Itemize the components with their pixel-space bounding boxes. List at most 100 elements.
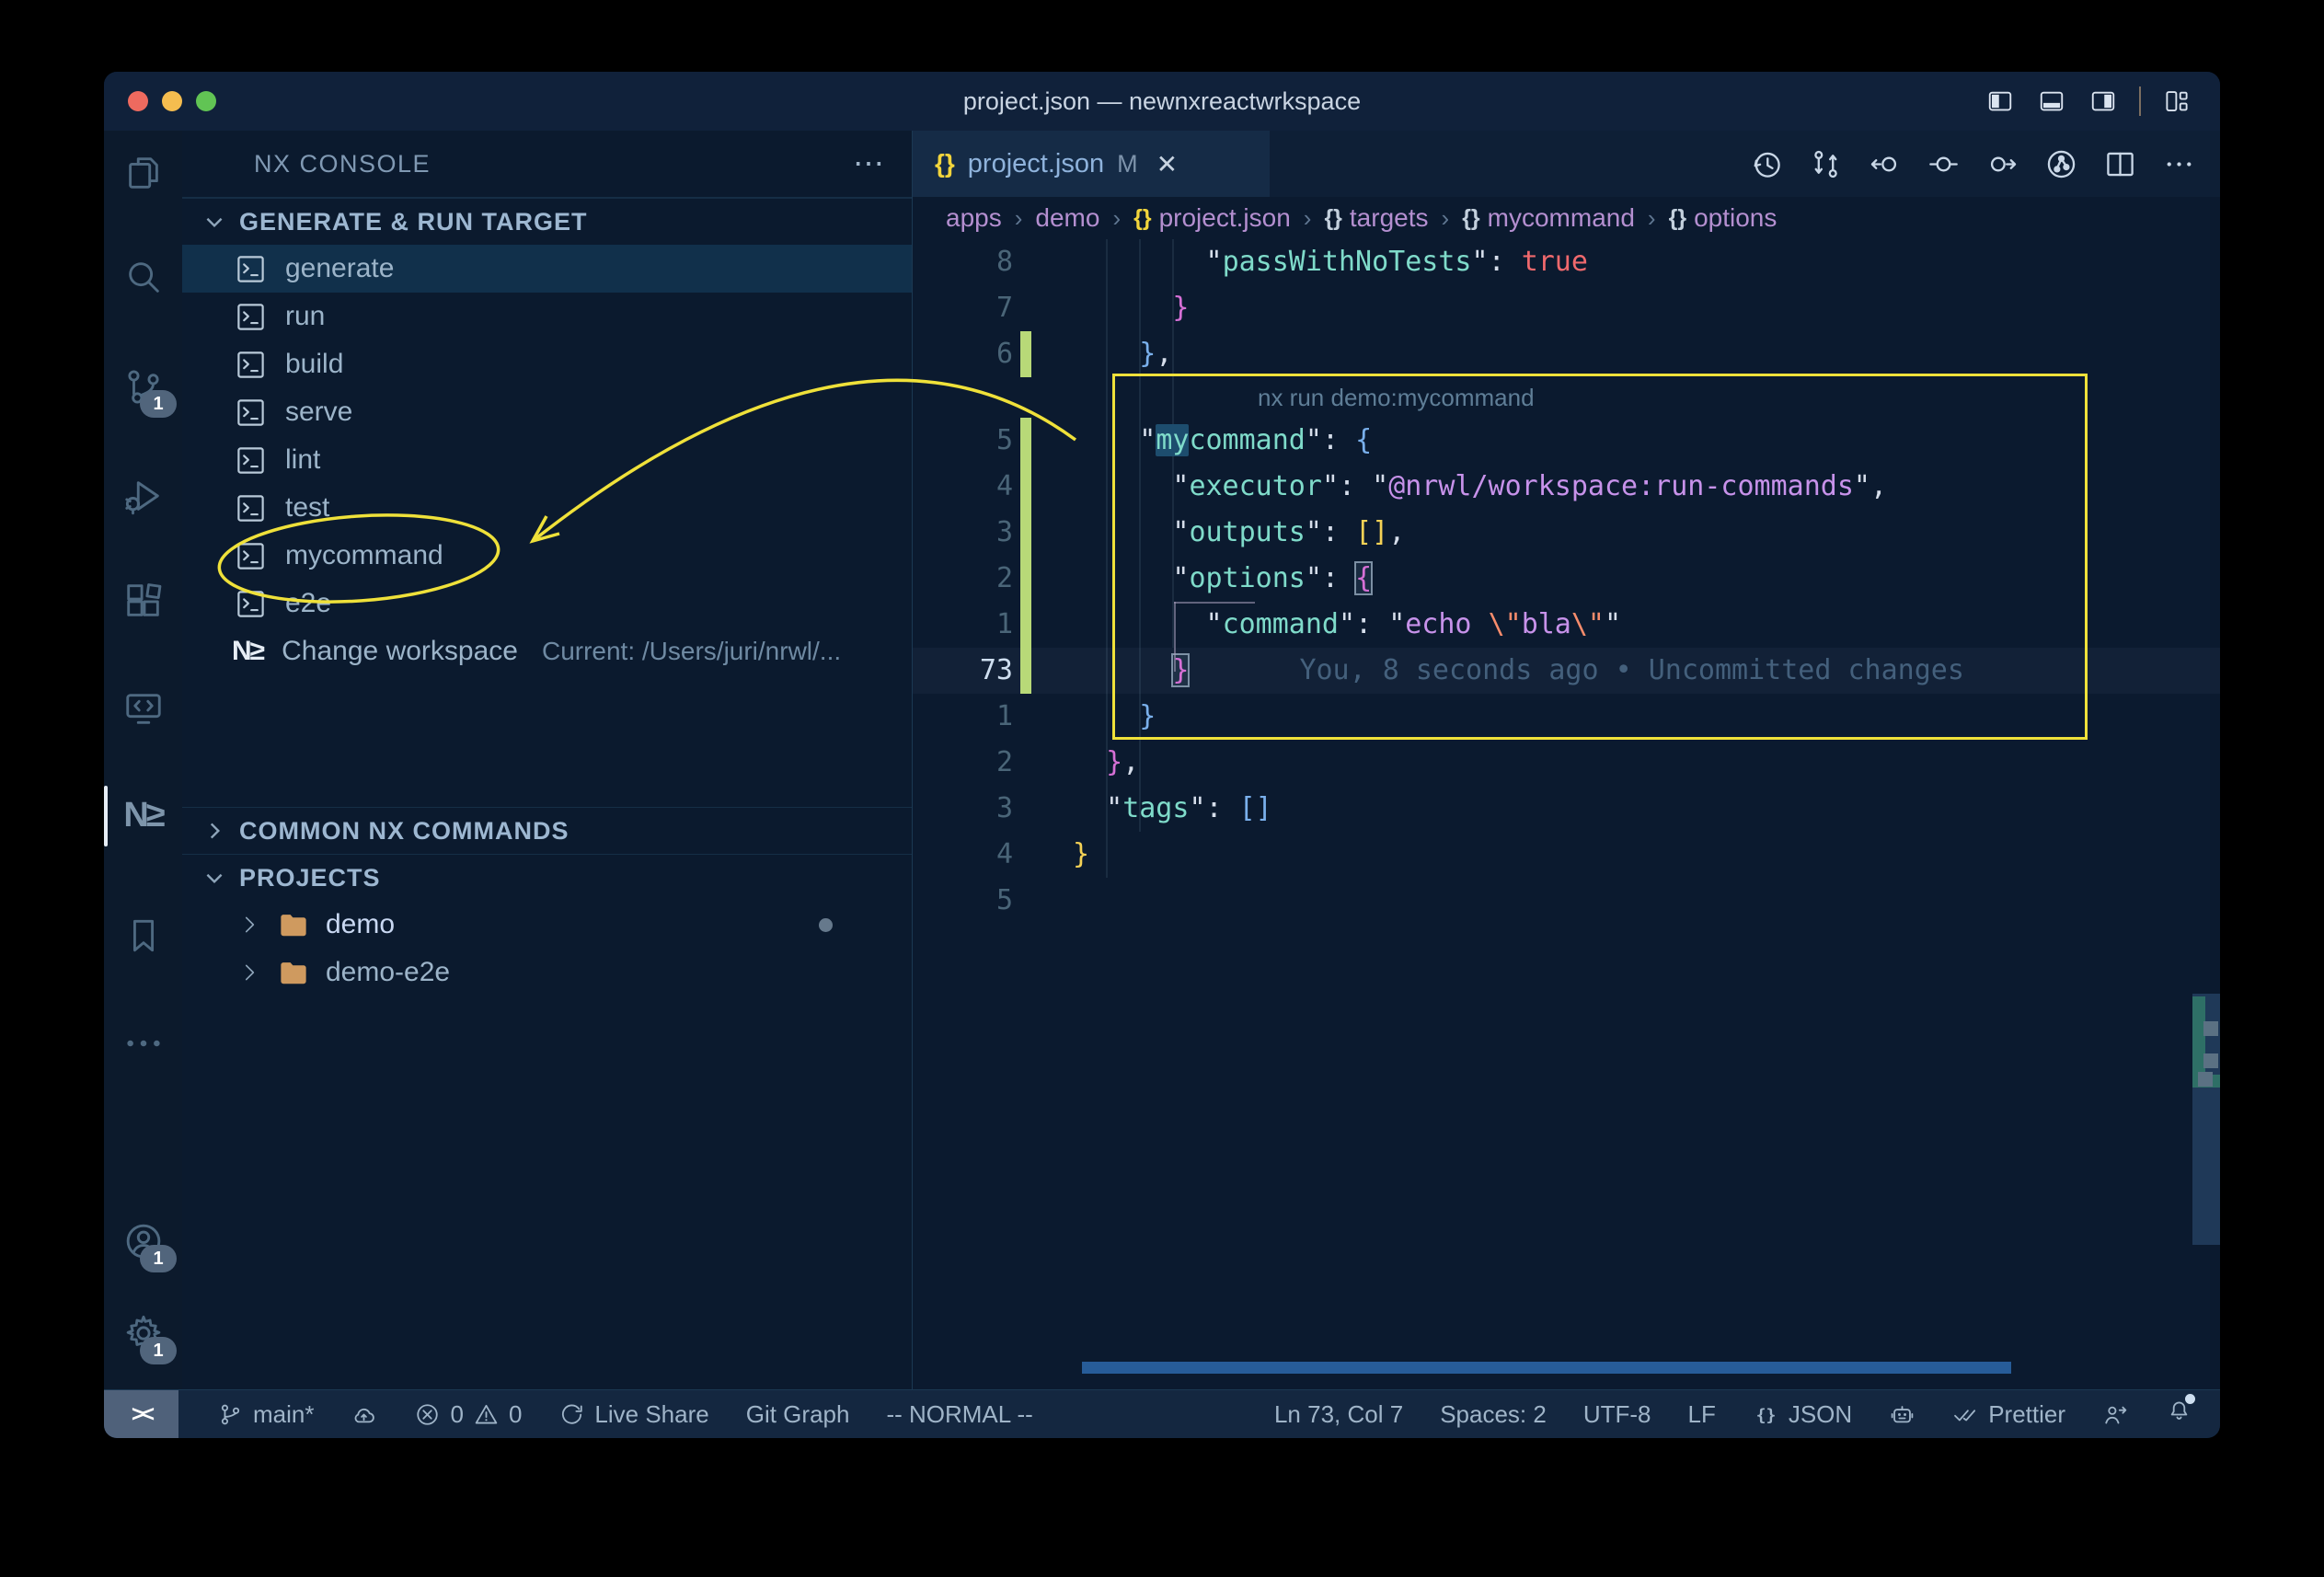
code-text: }You, 8 seconds ago • Uncommitted change… [1073, 648, 1964, 694]
code-token [1073, 746, 1106, 778]
activity-item-more-views[interactable] [104, 1004, 182, 1082]
status-vim-mode[interactable]: -- NORMAL -- [886, 1400, 1032, 1429]
tab-project-json[interactable]: {} project.json M ✕ [913, 131, 1270, 197]
activity-item-settings[interactable]: 1 [104, 1294, 182, 1372]
status-git-branch[interactable]: main* [217, 1400, 314, 1429]
sidebar-item-change-workspace[interactable]: N≥ Change workspace Current: /Users/juri… [182, 627, 912, 675]
breadcrumb-item-mycommand[interactable]: {} mycommand [1462, 203, 1635, 233]
remote-indicator[interactable]: >< [104, 1390, 178, 1438]
code-editor[interactable]: 8 "passWithNoTests": true7 }6 },nx run d… [913, 239, 2220, 1389]
breadcrumb-label: mycommand [1488, 203, 1635, 233]
overview-ruler-cursor-mark [2198, 1072, 2213, 1087]
gutter-open-change-icon[interactable] [1927, 147, 1961, 181]
status-sync[interactable] [351, 1401, 377, 1428]
gutter-previous-change-icon[interactable] [1868, 147, 1902, 181]
toggle-primary-sidebar-icon[interactable] [1985, 87, 2016, 115]
terminal-icon [235, 540, 267, 572]
code-text: } [1073, 694, 1156, 740]
code-token: " [1189, 792, 1205, 824]
activity-item-source-control[interactable]: 1 [104, 347, 182, 425]
section-title: GENERATE & RUN TARGET [239, 208, 588, 236]
sidebar-more-actions[interactable]: ⋯ [853, 145, 886, 182]
gutter-next-change-icon[interactable] [1985, 147, 2019, 181]
activity-item-remote-explorer[interactable] [104, 669, 182, 747]
code-token: executor [1189, 470, 1322, 502]
status-label: Ln 73, Col 7 [1274, 1400, 1403, 1429]
sidebar-item-build[interactable]: build [182, 340, 912, 388]
chevron-down-icon [202, 210, 226, 234]
split-editor-icon[interactable] [2103, 147, 2137, 181]
project-item-demo[interactable]: demo [182, 901, 912, 949]
status-label: UTF-8 [1583, 1400, 1651, 1429]
breadcrumb-label: apps [946, 203, 1002, 233]
sidebar-item-mycommand[interactable]: mycommand [182, 532, 912, 580]
code-token: [] [1355, 516, 1388, 548]
toggle-secondary-sidebar-icon[interactable] [2088, 87, 2119, 115]
section-common-nx-commands[interactable]: COMMON NX COMMANDS [182, 807, 912, 854]
activity-item-run-and-debug[interactable] [104, 456, 182, 535]
sidebar-item-test[interactable]: test [182, 484, 912, 532]
code-token: , [1122, 746, 1139, 778]
terminal-icon [235, 492, 267, 524]
commit-graph-icon[interactable] [2044, 147, 2078, 181]
titlebar-separator [2139, 86, 2141, 116]
gutter-modified-bar [1020, 464, 1031, 510]
section-generate-run-target[interactable]: GENERATE & RUN TARGET [182, 198, 912, 245]
activity-item-accounts[interactable]: 1 [104, 1202, 182, 1280]
status-eol[interactable]: LF [1688, 1400, 1716, 1429]
breadcrumb-item-targets[interactable]: {}targets [1324, 203, 1428, 233]
status-git-graph[interactable]: Git Graph [746, 1400, 850, 1429]
json-symbol-icon: {} [1462, 205, 1479, 232]
horizontal-scrollbar[interactable] [1082, 1362, 2011, 1374]
code-line: 1 } [913, 694, 2220, 740]
close-tab-icon[interactable]: ✕ [1156, 149, 1178, 179]
codelens-run-command[interactable]: nx run demo:mycommand [1258, 377, 1535, 418]
toggle-panel-icon[interactable] [2036, 87, 2067, 115]
status-live-share[interactable]: Live Share [558, 1400, 708, 1429]
activity-badge: 1 [140, 1337, 177, 1364]
status-robot[interactable] [1889, 1401, 1916, 1428]
activity-item-explorer[interactable] [104, 132, 182, 211]
live-share-icon [558, 1401, 585, 1428]
sidebar-item-serve[interactable]: serve [182, 388, 912, 436]
breadcrumb-item-apps[interactable]: apps [946, 203, 1002, 233]
activity-item-extensions[interactable] [104, 561, 182, 639]
code-text: "executor": "@nrwl/workspace:run-command… [1073, 464, 1887, 510]
breadcrumb-item-demo[interactable]: demo [1035, 203, 1099, 233]
activity-item-nx-console[interactable]: N≥ [104, 777, 182, 855]
status-cursor-position[interactable]: Ln 73, Col 7 [1274, 1400, 1403, 1429]
sidebar-item-e2e[interactable]: e2e [182, 580, 912, 627]
code-line: 8 "passWithNoTests": true [913, 239, 2220, 285]
status-notifications[interactable] [2166, 1398, 2192, 1431]
customize-layout-icon[interactable] [2161, 87, 2192, 115]
code-line: 4 "executor": "@nrwl/workspace:run-comma… [913, 464, 2220, 510]
history-icon[interactable] [1750, 147, 1784, 181]
json-symbol-icon: {} [1669, 205, 1686, 232]
active-view-indicator [104, 786, 108, 846]
sidebar-header: NX CONSOLE ⋯ [182, 131, 912, 198]
status-label: Spaces: 2 [1440, 1400, 1547, 1429]
status-problems[interactable]: 00 [414, 1400, 522, 1429]
code-text: "mycommand": { [1073, 418, 1372, 464]
status-indentation[interactable]: Spaces: 2 [1440, 1400, 1547, 1429]
code-text: } [1073, 832, 1089, 878]
sidebar-item-generate[interactable]: generate [182, 245, 912, 293]
status-language-mode[interactable]: {}JSON [1753, 1400, 1852, 1429]
breadcrumb-item-project.json[interactable]: {}project.json [1133, 203, 1291, 233]
more-actions-icon[interactable] [2162, 147, 2196, 181]
compare-changes-icon[interactable] [1809, 147, 1843, 181]
line-number: 4 [913, 832, 1013, 878]
sidebar-item-run[interactable]: run [182, 293, 912, 340]
status-formatter[interactable]: Prettier [1952, 1400, 2065, 1429]
project-item-demo-e2e[interactable]: demo-e2e [182, 949, 912, 996]
sidebar-item-lint[interactable]: lint [182, 436, 912, 484]
section-projects[interactable]: PROJECTS [182, 854, 912, 901]
status-encoding[interactable]: UTF-8 [1583, 1400, 1651, 1429]
gutter-change-bar [1020, 878, 1031, 924]
breadcrumb-item-options[interactable]: {}options [1669, 203, 1778, 233]
code-token: , [1388, 516, 1405, 548]
activity-item-search[interactable] [104, 237, 182, 316]
activity-item-bookmarks[interactable] [104, 896, 182, 974]
status-accounts-sync[interactable] [2102, 1401, 2129, 1428]
error-icon [414, 1401, 441, 1428]
